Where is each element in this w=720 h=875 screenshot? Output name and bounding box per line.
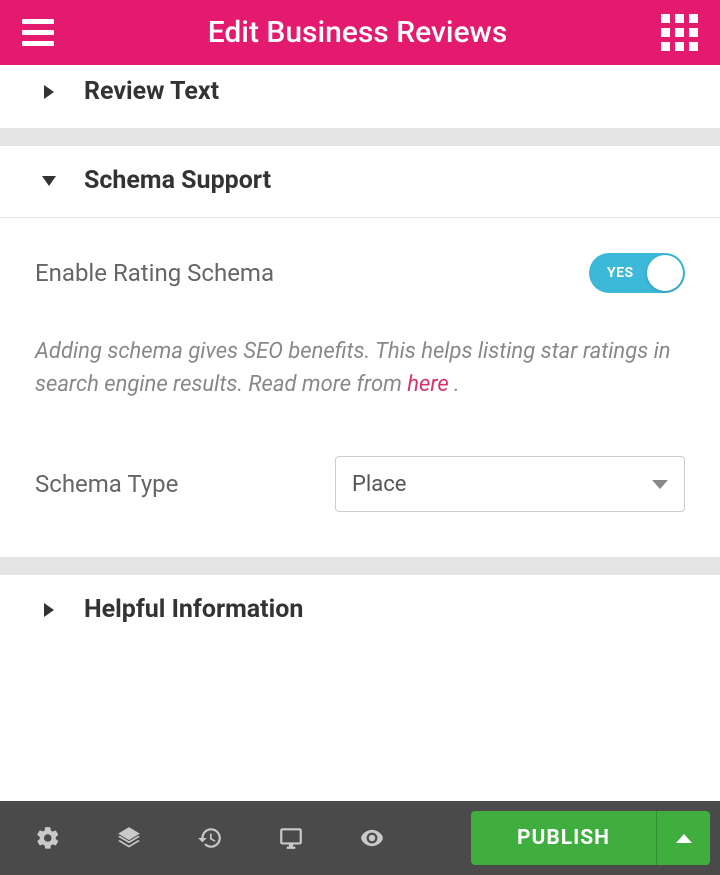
settings-icon[interactable] [18, 801, 78, 875]
enable-rating-schema-row: Enable Rating Schema YES [35, 253, 685, 293]
schema-type-label: Schema Type [35, 470, 178, 498]
schema-description-text-b: . [449, 372, 460, 397]
publish-group: PUBLISH [471, 811, 710, 865]
toggle-label: YES [607, 265, 634, 281]
toggle-knob [647, 255, 683, 291]
chevron-right-icon [44, 603, 54, 617]
schema-description: Adding schema gives SEO benefits. This h… [35, 335, 685, 401]
chevron-up-icon [676, 834, 692, 843]
section-title-review-text: Review Text [84, 77, 219, 106]
section-review-text[interactable]: Review Text [0, 65, 720, 128]
editor-footer: PUBLISH [0, 801, 720, 875]
schema-type-select[interactable]: Place [335, 456, 685, 512]
footer-toolbar [0, 801, 420, 875]
publish-options-button[interactable] [656, 811, 710, 865]
editor-content: Review Text Schema Support Enable Rating… [0, 65, 720, 801]
schema-type-row: Schema Type Place [35, 456, 685, 512]
enable-rating-schema-toggle[interactable]: YES [589, 253, 685, 293]
history-icon[interactable] [180, 801, 240, 875]
chevron-down-icon [652, 480, 668, 489]
schema-type-value: Place [352, 472, 406, 497]
layers-icon[interactable] [99, 801, 159, 875]
responsive-icon[interactable] [261, 801, 321, 875]
chevron-right-icon [44, 85, 54, 99]
enable-rating-schema-label: Enable Rating Schema [35, 259, 274, 287]
section-gap [0, 128, 720, 146]
chevron-down-icon [42, 176, 56, 186]
editor-header: Edit Business Reviews [0, 0, 720, 65]
schema-readmore-link[interactable]: here [407, 372, 448, 397]
preview-icon[interactable] [342, 801, 402, 875]
schema-support-panel: Enable Rating Schema YES Adding schema g… [0, 218, 720, 557]
schema-description-text-a: Adding schema gives SEO benefits. This h… [35, 339, 671, 397]
section-title-helpful-information: Helpful Information [84, 595, 303, 624]
publish-button[interactable]: PUBLISH [471, 811, 656, 865]
header-title: Edit Business Reviews [208, 15, 508, 50]
section-helpful-information[interactable]: Helpful Information [0, 575, 720, 646]
section-title-schema-support: Schema Support [84, 166, 271, 195]
section-gap [0, 557, 720, 575]
section-schema-support[interactable]: Schema Support [0, 146, 720, 217]
menu-icon[interactable] [22, 19, 54, 46]
apps-grid-icon[interactable] [661, 14, 698, 51]
